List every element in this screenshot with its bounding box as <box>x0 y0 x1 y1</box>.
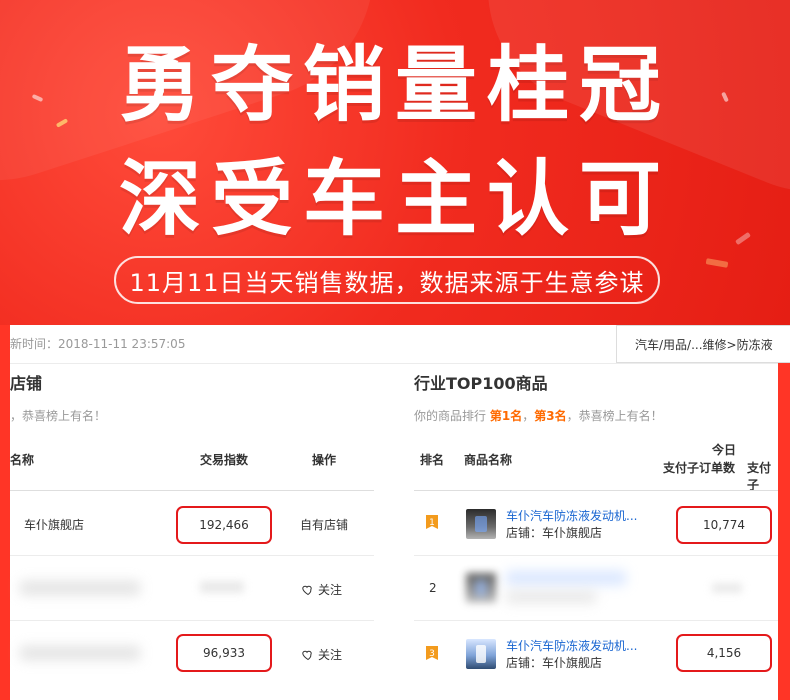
note-prefix: 你的商品排行 <box>414 409 487 423</box>
blurred-store-name <box>20 646 140 660</box>
sub-orders-header: 支付子订单数 <box>663 461 736 475</box>
product-shop: 店铺：车仆旗舰店 <box>506 526 603 540</box>
rank-number: 2 <box>429 581 437 595</box>
ranking-panel: 新时间：2018-11-11 23:57:05 汽车/用品/...维修>防冻液 … <box>10 325 790 700</box>
heart-icon <box>302 585 312 595</box>
sub-orders-header-cut: 支付子 <box>747 461 772 492</box>
sub-orders-value: 4,156 <box>706 646 742 660</box>
action-header: 操作 <box>312 453 337 467</box>
divider <box>10 555 374 556</box>
follow-button[interactable]: 关注 <box>302 581 342 598</box>
divider <box>10 490 374 491</box>
blurred-product-shop <box>506 591 596 603</box>
update-time: 新时间：2018-11-11 23:57:05 <box>10 337 186 351</box>
blurred-store-name <box>20 581 140 595</box>
blurred-product-thumbnail <box>466 573 496 603</box>
trade-index-value: 192,466 <box>199 518 249 532</box>
store-name-header: 名称 <box>10 453 35 467</box>
store-ranking-title: 店铺 <box>10 374 43 393</box>
rank-3-badge-icon: 3 <box>426 646 438 660</box>
rank-header: 排名 <box>420 453 445 467</box>
rank-3-highlight: 第3名 <box>534 409 567 423</box>
sub-orders-highlight: 4,156 <box>676 634 772 672</box>
confetti-decoration <box>721 91 729 103</box>
trade-index-highlight: 192,466 <box>176 506 272 544</box>
promo-banner: 勇夺销量桂冠 深受车主认可 11月11日当天销售数据，数据来源于生意参谋 <box>0 0 790 325</box>
follow-label: 关注 <box>318 648 343 662</box>
store-action: 自有店铺 <box>300 518 349 532</box>
trade-index-header: 交易指数 <box>200 453 249 467</box>
rank-1-badge-number: 1 <box>429 518 435 528</box>
rank-1-highlight: 第1名 <box>489 409 523 423</box>
data-frame: 新时间：2018-11-11 23:57:05 汽车/用品/...维修>防冻液 … <box>0 325 790 700</box>
data-source-subtitle: 11月11日当天销售数据，数据来源于生意参谋 <box>114 256 660 304</box>
rank-3-badge-number: 3 <box>429 649 435 659</box>
sub-orders-value: 10,774 <box>703 518 745 532</box>
product-title-link[interactable]: 车仆汽车防冻液发动机... <box>506 507 637 524</box>
panel-header: 新时间：2018-11-11 23:57:05 汽车/用品/...维修>防冻液 <box>10 325 790 364</box>
divider <box>414 620 778 621</box>
follow-label: 关注 <box>318 583 343 597</box>
trade-index-value: 96,933 <box>203 646 245 660</box>
blurred-sub-orders <box>712 583 742 593</box>
divider <box>414 490 778 491</box>
product-shop: 店铺：车仆旗舰店 <box>506 656 603 670</box>
follow-button[interactable]: 关注 <box>302 646 342 663</box>
product-ranking-title: 行业TOP100商品 <box>414 374 548 393</box>
heart-icon <box>302 650 312 660</box>
rank-1-badge-icon: 1 <box>426 515 438 529</box>
product-thumbnail[interactable] <box>466 509 496 539</box>
blurred-product-title <box>506 571 626 585</box>
divider <box>10 620 374 621</box>
category-selector[interactable]: 汽车/用品/...维修>防冻液 <box>616 325 790 363</box>
product-name-header: 商品名称 <box>464 453 513 467</box>
product-ranking-note: 你的商品排行 第1名，第3名，恭喜榜上有名！ <box>414 407 663 424</box>
confetti-decoration <box>705 258 729 268</box>
product-thumbnail[interactable] <box>466 639 496 669</box>
headline-line-2: 深受车主认可 <box>118 152 671 247</box>
divider <box>414 555 778 556</box>
sub-orders-highlight: 10,774 <box>676 506 772 544</box>
store-name[interactable]: 车仆旗舰店 <box>24 516 84 533</box>
headline-line-1: 勇夺销量桂冠 <box>118 38 671 133</box>
note-suffix: ，恭喜榜上有名！ <box>566 409 663 423</box>
product-title-link[interactable]: 车仆汽车防冻液发动机... <box>506 637 637 654</box>
store-ranking-note: ，恭喜榜上有名！ <box>10 409 107 423</box>
blurred-trade-index <box>200 581 244 593</box>
trade-index-highlight: 96,933 <box>176 634 272 672</box>
note-separator: ， <box>522 409 535 423</box>
today-header: 今日 <box>712 443 737 457</box>
